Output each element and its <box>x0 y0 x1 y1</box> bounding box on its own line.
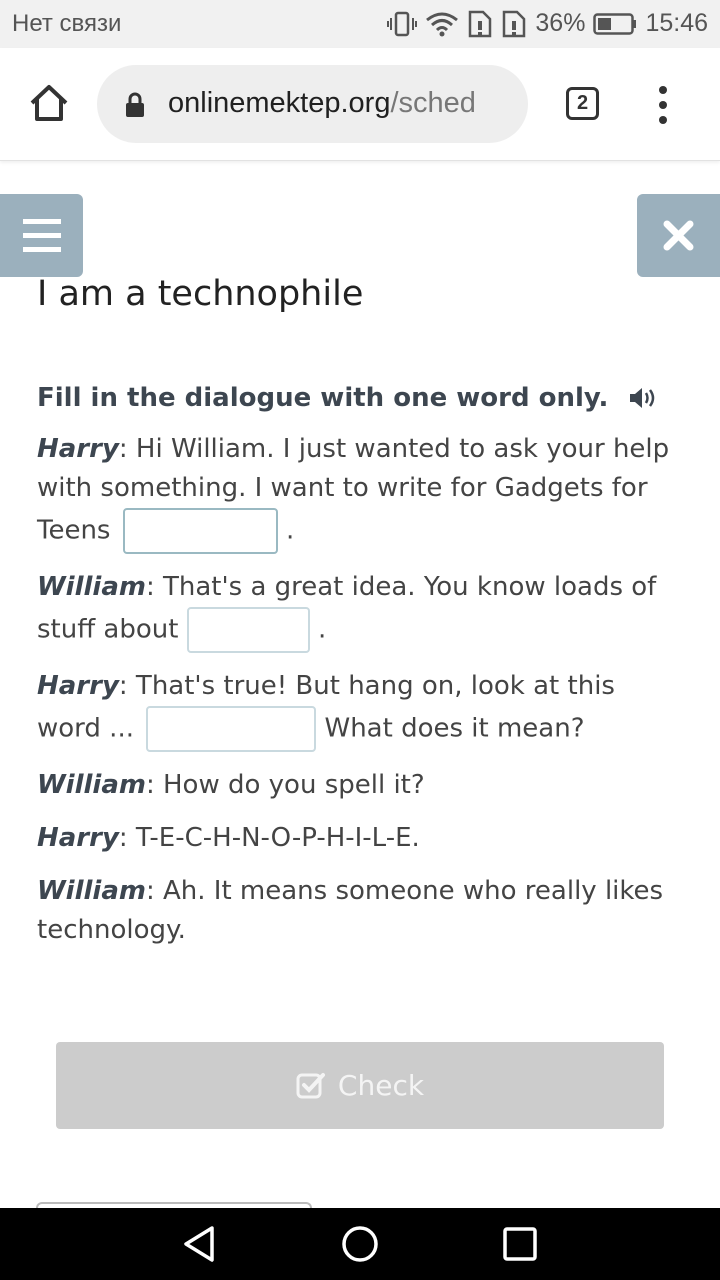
dialogue-line: Harry: Hi William. I just wanted to ask … <box>37 430 687 554</box>
back-triangle-icon[interactable] <box>180 1224 220 1264</box>
instruction: Fill in the dialogue with one word only. <box>37 376 687 420</box>
close-icon <box>663 220 694 251</box>
dialogue-text: What does it mean? <box>316 713 585 744</box>
browser-toolbar: onlinemektep.org/sched 2 <box>0 48 720 161</box>
dialogue-line: William: That's a great idea. You know l… <box>37 568 687 653</box>
dialogue-text: . <box>277 515 295 546</box>
answer-input-2[interactable] <box>186 607 310 653</box>
dialogue-text: . <box>309 614 327 645</box>
url-text: onlinemektep.org/sched <box>168 87 476 120</box>
address-bar[interactable]: onlinemektep.org/sched <box>97 65 528 143</box>
lock-icon <box>126 92 144 117</box>
status-icons: 36% 15:46 <box>387 9 708 38</box>
speaker-name: Harry <box>37 434 119 464</box>
url-path: /sched <box>390 87 476 119</box>
dialogue-line: William: How do you spell it? <box>37 766 687 805</box>
carrier-status: Нет связи <box>12 10 122 37</box>
tab-switcher-button[interactable]: 2 <box>566 87 599 120</box>
check-label: Check <box>337 1069 425 1102</box>
clock: 15:46 <box>645 9 708 37</box>
exercise-content: Fill in the dialogue with one word only.… <box>37 376 687 964</box>
dialogue-line: William: Ah. It means someone who really… <box>37 872 687 950</box>
answer-input-1[interactable] <box>122 508 278 554</box>
speaker-name: William <box>37 876 146 906</box>
check-button[interactable]: Check <box>56 1042 664 1129</box>
page-title: I am a technophile <box>37 274 364 314</box>
system-navigation-bar <box>0 1208 720 1280</box>
speaker-name: Harry <box>37 823 119 853</box>
dialogue-text: : How do you spell it? <box>145 770 425 800</box>
checkbox-check-icon <box>296 1072 325 1098</box>
instruction-text: Fill in the dialogue with one word only. <box>37 383 609 413</box>
wifi-icon <box>426 12 459 36</box>
sim-icon <box>503 10 526 37</box>
answer-input-3[interactable] <box>146 706 317 752</box>
recents-square-icon[interactable] <box>500 1224 540 1264</box>
battery-percent: 36% <box>535 9 586 37</box>
home-circle-icon[interactable] <box>340 1224 380 1264</box>
more-menu-icon[interactable] <box>656 85 670 125</box>
sidebar-menu-button[interactable] <box>0 194 83 277</box>
status-bar: Нет связи 36% 15:46 <box>0 0 720 48</box>
dialogue-line: Harry: T-E-C-H-N-O-P-H-I-L-E. <box>37 819 687 858</box>
vibrate-icon <box>387 11 418 36</box>
speaker-name: William <box>37 572 146 602</box>
battery-icon <box>593 12 637 35</box>
speaker-name: Harry <box>37 671 119 701</box>
url-domain: onlinemektep.org <box>168 87 391 119</box>
audio-speaker-icon[interactable] <box>628 385 658 411</box>
home-icon[interactable] <box>27 81 71 125</box>
speaker-name: William <box>37 770 146 800</box>
close-button[interactable] <box>637 194 720 277</box>
dialogue-line: Harry: That's true! But hang on, look at… <box>37 667 687 752</box>
sim-icon <box>469 10 492 37</box>
hamburger-icon <box>23 219 61 252</box>
dialogue-text: : T-E-C-H-N-O-P-H-I-L-E. <box>118 823 420 853</box>
